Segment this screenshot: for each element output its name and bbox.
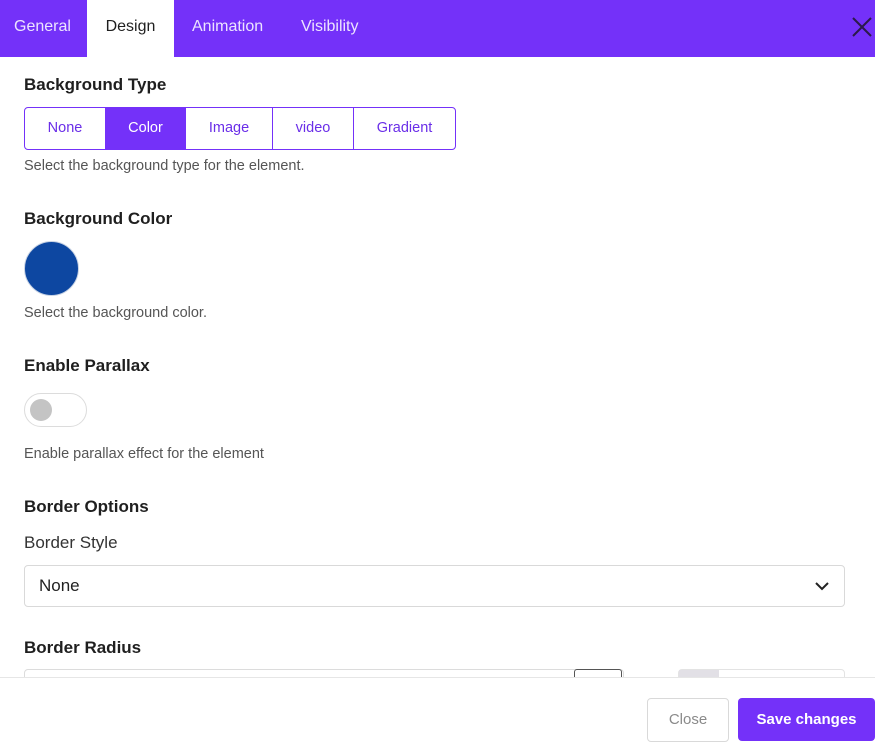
chevron-down-icon	[815, 582, 829, 591]
parallax-help: Enable parallax effect for the element	[24, 446, 264, 462]
slider-fill	[679, 670, 719, 677]
tab-animation[interactable]: Animation	[192, 0, 263, 57]
bg-type-none-button[interactable]: None	[25, 108, 106, 149]
close-icon[interactable]	[849, 14, 875, 40]
parallax-heading: Enable Parallax	[24, 356, 150, 375]
settings-panel[interactable]: Background Type None Color Image video G…	[0, 57, 875, 677]
border-style-label: Border Style	[24, 533, 118, 552]
close-button[interactable]: Close	[647, 698, 729, 742]
bg-type-video-button[interactable]: video	[273, 108, 354, 149]
background-type-help: Select the background type for the eleme…	[24, 158, 305, 174]
border-radius-input[interactable]	[24, 669, 624, 677]
toggle-knob	[30, 399, 52, 421]
background-color-swatch[interactable]	[24, 241, 79, 296]
tab-design[interactable]: Design	[87, 0, 174, 57]
background-type-heading: Background Type	[24, 75, 167, 94]
background-color-help: Select the background color.	[24, 305, 207, 321]
modal-footer: Close Save changes	[0, 677, 875, 753]
save-changes-button[interactable]: Save changes	[738, 698, 875, 741]
parallax-toggle[interactable]	[24, 393, 87, 427]
bg-type-color-button[interactable]: Color	[106, 108, 186, 149]
bg-type-gradient-button[interactable]: Gradient	[354, 108, 455, 149]
tab-general[interactable]: General	[14, 0, 71, 57]
border-radius-heading: Border Radius	[24, 638, 142, 657]
tab-bar: General Design Animation Visibility	[0, 0, 875, 57]
tab-visibility[interactable]: Visibility	[301, 0, 359, 57]
border-radius-unit-select[interactable]	[574, 669, 622, 677]
bg-type-image-button[interactable]: Image	[186, 108, 273, 149]
background-color-heading: Background Color	[24, 209, 173, 228]
border-options-heading: Border Options	[24, 497, 149, 516]
border-style-value: None	[39, 576, 80, 595]
background-type-selector: None Color Image video Gradient	[24, 107, 456, 150]
border-radius-slider[interactable]	[678, 669, 845, 677]
border-style-select[interactable]: None	[24, 565, 845, 607]
